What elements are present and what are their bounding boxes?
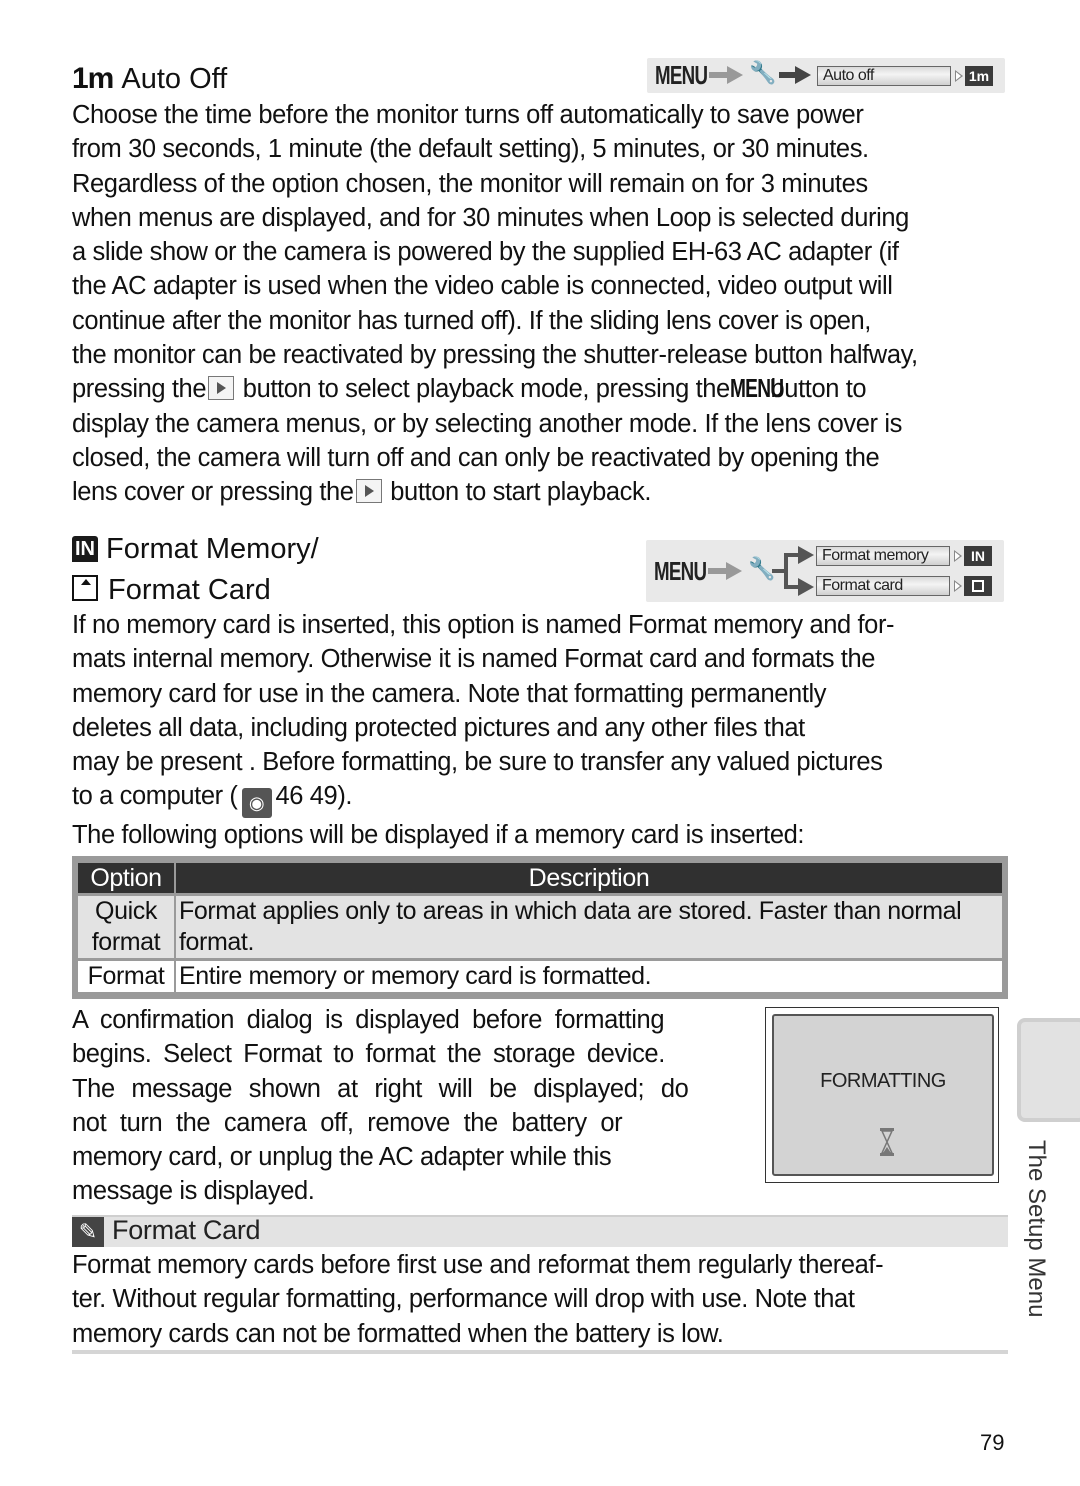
text-line: may be present . Before formatting, be s… [72,748,883,777]
text-fragment: ). [337,782,353,811]
arrow-head-icon [726,562,742,580]
arrow-head-icon [795,66,811,84]
header-option: Option [78,863,174,893]
text-line: to a computer (◉ 46 49). [72,779,1062,819]
pencil-note-icon: ✎ [72,1217,104,1247]
text-line: begins. Select Format to format the stor… [72,1040,665,1069]
format-card-heading-text: Format Card [108,574,271,606]
text-line: the AC adapter is used when the video ca… [72,272,893,301]
page-number: 79 [980,1430,1005,1455]
format-memory-heading-text: Format Memory/ [106,533,319,565]
text-line: closed, the camera will turn off and can… [72,443,880,472]
arrow-head-icon [727,66,743,84]
text-line: Regardless of the option chosen, the mon… [72,169,868,198]
text-fragment: to a computer ( [72,782,238,811]
memory-card-icon [72,575,98,601]
format-body: If no memory card is inserted, this opti… [72,608,1062,819]
header-description: Description [176,863,1002,893]
arrow-head-icon [798,546,814,564]
text-line: memory card for use in the camera. Note … [72,679,827,708]
description-cell: Entire memory or memory card is formatte… [176,961,1002,992]
text-fragment: pressing the [72,375,207,404]
text-line: mats internal memory. Otherwise it is na… [72,645,876,674]
text-line: a slide show or the camera is powered by… [72,238,899,267]
text-line: lens cover or pressing the button to sta… [72,475,1062,509]
text-line: display the camera menus, or by selectin… [72,409,902,438]
formatting-message: FORMATTING [820,1070,946,1092]
text-fragment: button to start playback. [383,478,652,507]
text-line: A confirmation dialog is displayed befor… [72,1006,665,1034]
auto-off-menu-path: MENU 🔧 Auto off 1m [647,58,1005,93]
arrow-icon [709,72,729,78]
hourglass-icon [880,1128,894,1156]
tip-header: ✎ Format Card [72,1215,1008,1247]
description-text: Format applies only to areas in which da… [179,897,962,956]
page-reference: 46 49 [275,782,338,811]
text-line: The message shown at right will be displ… [72,1074,689,1103]
page-reference-icon: ◉ [241,788,272,819]
menu-button-label: MENU [655,60,708,90]
format-card-heading: Format Card [72,573,271,607]
format-menu-path: MENU 🔧 Format memory IN Format card [646,540,1004,602]
format-memory-menu-item: Format memory [816,546,950,566]
format-memory-heading: IN Format Memory/ [72,532,319,566]
internal-memory-badge-icon: IN [964,546,992,566]
auto-off-menu-item: Auto off [817,66,951,86]
text-line: ter. Without regular formatting, perform… [72,1285,855,1314]
tip-body: Format memory cards before first use and… [72,1248,1032,1351]
arrow-head-icon [798,578,814,596]
camera-screen: FORMATTING [772,1014,994,1176]
auto-off-1m-icon: 1m [72,62,114,95]
text-line: not turn the camera off, remove the batt… [72,1108,623,1137]
table-row: Quick format Format applies only to area… [78,896,1002,958]
table-intro: The following options will be displayed … [72,821,805,849]
section-tab [1017,1018,1080,1122]
option-cell: Quick format [78,896,174,958]
option-cell: Format [78,961,174,992]
text-line: pressing the button to select playback m… [72,372,1062,406]
auto-off-heading: 1m Auto Off [72,62,227,96]
format-options-table: Option Description Quick format Format a… [72,856,1008,999]
branch-line [784,553,788,589]
format-card-menu-item: Format card [816,576,950,596]
text-line: Format memory cards before first use and… [72,1251,884,1279]
1m-badge-icon: 1m [965,66,993,86]
menu-button-label: MENU [654,556,707,586]
text-line: memory cards can not be formatted when t… [72,1319,724,1348]
right-triangle-icon [954,550,962,562]
text-line: from 30 seconds, 1 minute (the default s… [72,135,869,164]
text-line: the monitor can be reactivated by pressi… [72,341,918,370]
playback-button-icon [208,376,235,401]
text-fragment: lens cover or pressing the [72,478,354,507]
text-line: deletes all data, including protected pi… [72,713,805,742]
arrow-icon [708,568,728,574]
right-triangle-icon [955,70,963,82]
text-line: continue after the monitor has turned of… [72,306,871,335]
table-row: Format Entire memory or memory card is f… [78,961,1002,992]
text-line: Choose the time before the monitor turns… [72,101,864,129]
table-header-row: Option Description [78,863,1002,893]
memory-card-badge-icon [964,576,992,596]
menu-button-icon: MENU [729,375,784,404]
text-fragment: button to select playback mode, pressing… [236,375,730,404]
dialog-description: A confirmation dialog is displayed befor… [72,1003,752,1209]
description-cell: Format applies only to areas in which da… [176,896,1002,958]
text-line: message is displayed. [72,1177,315,1206]
camera-screen-illustration: FORMATTING [765,1007,999,1183]
playback-button-icon [355,479,382,504]
tip-title: Format Card [112,1215,261,1245]
internal-memory-icon: IN [72,536,98,562]
text-line: when menus are displayed, and for 30 min… [72,203,909,232]
tip-divider [72,1350,1008,1354]
wrench-icon: 🔧 [749,60,777,85]
auto-off-heading-text: Auto Off [121,63,228,95]
text-line: memory card, or unplug the AC adapter wh… [72,1143,612,1172]
auto-off-body: Choose the time before the monitor turns… [72,98,1062,510]
text-line: If no memory card is inserted, this opti… [72,611,895,639]
right-triangle-icon [954,580,962,592]
